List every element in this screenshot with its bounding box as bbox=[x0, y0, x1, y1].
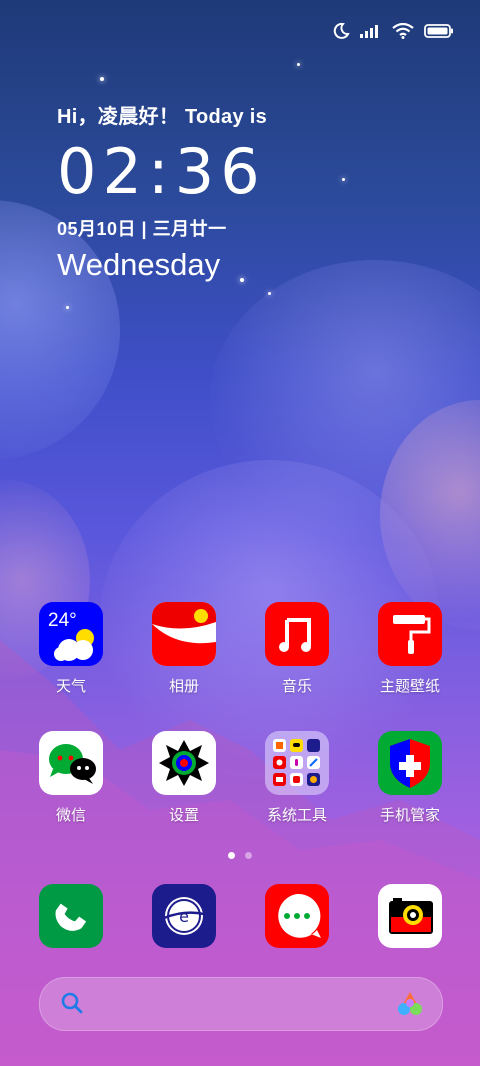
search-input[interactable] bbox=[100, 988, 384, 1020]
dock-browser[interactable]: e bbox=[139, 884, 229, 948]
app-label: 微信 bbox=[55, 807, 86, 824]
app-label: 系统工具 bbox=[266, 807, 327, 824]
gear-icon bbox=[152, 731, 216, 795]
clock-date: 05月10日 | 三月廿一 bbox=[57, 219, 227, 239]
signal-icon bbox=[360, 25, 378, 38]
search-bar[interactable] bbox=[39, 977, 443, 1031]
page-indicator[interactable] bbox=[0, 852, 480, 859]
page-dot-2[interactable] bbox=[245, 852, 252, 859]
messages-icon bbox=[265, 884, 329, 948]
weather-icon: 24° bbox=[39, 602, 103, 666]
wifi-icon bbox=[392, 23, 414, 39]
shield-icon bbox=[378, 731, 442, 795]
app-label: 设置 bbox=[168, 807, 199, 824]
paint-roller-icon bbox=[378, 602, 442, 666]
dock-messages[interactable] bbox=[252, 884, 342, 948]
app-wechat[interactable]: 微信 bbox=[26, 731, 116, 825]
wechat-icon bbox=[39, 731, 103, 795]
page-dot-1[interactable] bbox=[228, 852, 235, 859]
svg-text:e: e bbox=[179, 907, 189, 926]
music-icon bbox=[265, 602, 329, 666]
app-weather[interactable]: 24° 天气 bbox=[26, 602, 116, 696]
app-security[interactable]: 手机管家 bbox=[365, 731, 455, 825]
folder-icon bbox=[265, 731, 329, 795]
battery-icon bbox=[424, 24, 453, 38]
search-icon bbox=[61, 992, 83, 1014]
assistant-icon[interactable] bbox=[396, 990, 424, 1018]
dock-camera[interactable] bbox=[365, 884, 455, 948]
clock-widget[interactable]: Hi，凌晨好！ Today is 02:36 05月10日 | 三月廿一 Wed… bbox=[57, 100, 267, 283]
clock-time: 02:36 bbox=[57, 135, 266, 208]
app-label: 手机管家 bbox=[379, 807, 440, 824]
app-themes[interactable]: 主题壁纸 bbox=[365, 602, 455, 696]
app-settings[interactable]: 设置 bbox=[139, 731, 229, 825]
app-label: 相册 bbox=[168, 678, 199, 695]
app-music[interactable]: 音乐 bbox=[252, 602, 342, 696]
app-label: 音乐 bbox=[281, 678, 312, 695]
greeting-text: Hi，凌晨好！ Today is bbox=[57, 106, 268, 128]
camera-icon bbox=[378, 884, 442, 948]
moon-icon bbox=[333, 22, 350, 39]
app-label: 主题壁纸 bbox=[379, 678, 440, 695]
gallery-icon bbox=[152, 602, 216, 666]
browser-icon: e bbox=[152, 884, 216, 948]
status-bar bbox=[332, 18, 454, 44]
phone-icon bbox=[39, 884, 103, 948]
dock-phone[interactable] bbox=[26, 884, 116, 948]
app-label: 天气 bbox=[55, 678, 86, 695]
clock-weekday: Wednesday bbox=[57, 247, 221, 282]
app-gallery[interactable]: 相册 bbox=[139, 602, 229, 696]
app-folder-tools[interactable]: 系统工具 bbox=[252, 731, 342, 825]
